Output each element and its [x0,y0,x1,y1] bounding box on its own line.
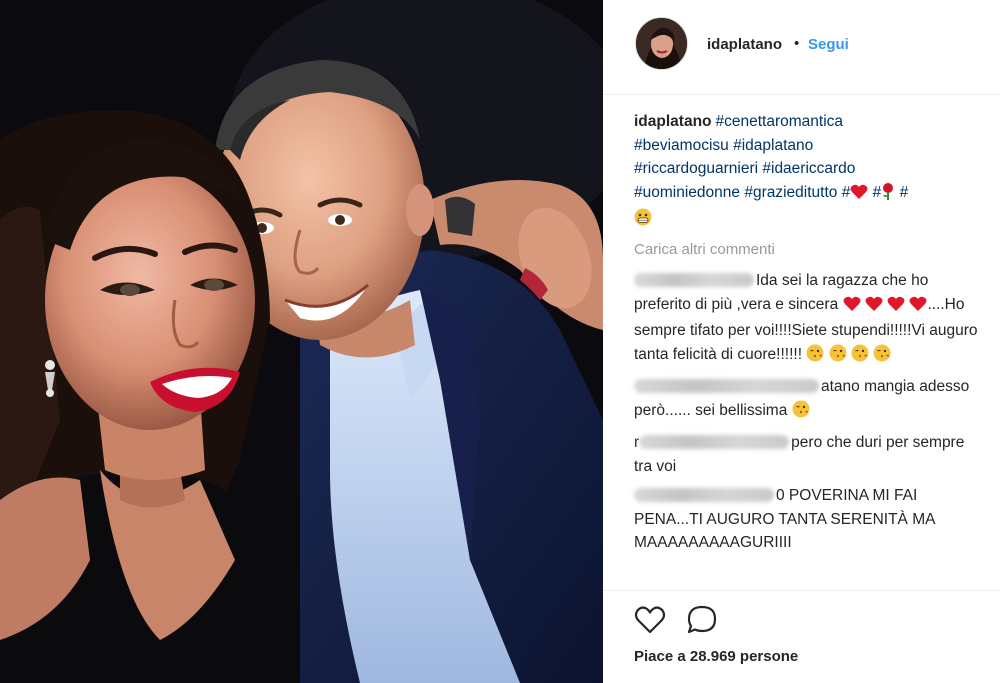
red-heart-icon [843,296,861,320]
couple-selfie-image [0,0,603,683]
hashtag-heart[interactable]: # [842,184,851,201]
kissing-face-icon [873,344,891,370]
avatar[interactable] [635,17,688,70]
caption-username[interactable]: idaplatano [634,113,712,130]
kissing-face-icon [792,400,810,426]
post-side-panel: idaplatano • Segui idaplatano #cenettarom… [603,0,1000,683]
load-more-comments[interactable]: Carica altri commenti [634,238,979,262]
kissing-face-icon [851,344,869,370]
separator-dot: • [794,35,800,52]
likes-count[interactable]: Piace a 28.969 persone [634,648,798,665]
follow-button[interactable]: Segui [808,36,849,53]
blurred-username [634,488,774,502]
hashtag-grazieditutto[interactable]: #grazieditutto [744,184,837,201]
red-heart-icon [887,296,905,320]
hashtag-cenettaromantica[interactable]: #cenettaromantica [716,113,844,130]
heart-outline-icon[interactable] [633,603,667,637]
comments-section: idaplatano #cenettaromantica #beviamocisu… [634,110,979,561]
avatar-image [636,18,687,69]
hashtag-uominiedonne[interactable]: #uominiedonne [634,184,740,201]
hashtag-riccardoguarnieri[interactable]: #riccardoguarnieri [634,160,758,177]
rose-icon [881,182,895,208]
comment-item: atano mangia adesso però...... sei belli… [634,375,979,425]
hashtag-idaplatano[interactable]: #idaplatano [733,137,813,154]
blurred-username [639,435,790,449]
hashtag-rose[interactable]: # [873,184,882,201]
post-actions: Piace a 28.969 persone [603,590,1000,683]
blurred-username [634,379,819,393]
speech-bubble-icon[interactable] [685,603,719,637]
comment-item: Ida sei la ragazza che ho preferito di p… [634,269,979,369]
red-heart-icon [909,296,927,320]
post-header: idaplatano • Segui [603,0,1000,95]
post-photo[interactable] [0,0,603,683]
hashtag-grin[interactable]: # [900,184,909,201]
grimacing-face-icon [634,208,652,234]
red-heart-icon [865,296,883,320]
hashtag-beviamocisu[interactable]: #beviamocisu [634,137,729,154]
comment-item: 0 POVERINA MI FAI PENA...TI AUGURO TANTA… [634,484,979,555]
caption: idaplatano #cenettaromantica #beviamocisu… [634,110,979,234]
red-heart-icon [850,184,868,208]
comment-item: r pero che duri per sempre tra voi [634,431,979,478]
post-author-username[interactable]: idaplatano [707,36,782,53]
kissing-face-icon [829,344,847,370]
hashtag-idaericcardo[interactable]: #idaericcardo [762,160,855,177]
kissing-face-icon [806,344,824,370]
blurred-username [634,273,754,287]
